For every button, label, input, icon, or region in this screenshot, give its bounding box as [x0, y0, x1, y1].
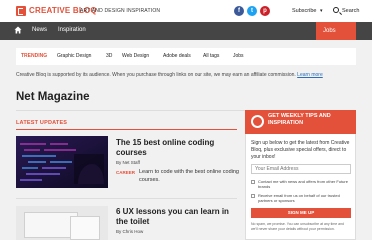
learn-more-link[interactable]: Learn more: [297, 72, 323, 78]
trending-item-graphic-design[interactable]: Graphic Design: [57, 53, 91, 59]
checkbox-label: Receive email from us on behalf of our t…: [258, 193, 340, 203]
email-field[interactable]: [251, 164, 351, 174]
trending-item-3d[interactable]: 3D: [106, 53, 112, 59]
chevron-down-icon[interactable]: ▾: [320, 8, 323, 14]
nav-item-inspiration[interactable]: Inspiration: [58, 27, 86, 33]
newsletter-logo-icon: [251, 115, 264, 128]
affiliate-notice: Creative Bloq is supported by its audien…: [16, 72, 356, 78]
search-icon[interactable]: [333, 7, 339, 13]
article-category[interactable]: CAREER: [116, 170, 135, 175]
article-description: Learn to code with the best online codin…: [139, 169, 239, 183]
article-thumbnail[interactable]: [16, 206, 108, 240]
trending-item-adobe-deals[interactable]: Adobe deals: [163, 53, 191, 59]
trending-label: TRENDING: [21, 53, 48, 59]
trending-item-jobs[interactable]: Jobs: [233, 53, 244, 59]
latest-updates-divider: [16, 129, 237, 130]
nav-item-news[interactable]: News: [32, 27, 47, 33]
search-button[interactable]: Search: [342, 8, 359, 14]
article-thumbnail[interactable]: [16, 136, 108, 188]
article-author[interactable]: By Net Staff: [116, 160, 140, 165]
checkbox-partners[interactable]: [251, 194, 255, 198]
home-icon[interactable]: [14, 26, 22, 34]
newsletter-heading: GET WEEKLY TIPS AND INSPIRATION: [268, 113, 331, 126]
checkbox-label: Contact me with news and offers from oth…: [258, 179, 348, 189]
subscribe-button[interactable]: Subscribe: [292, 8, 316, 14]
article-divider: [16, 198, 237, 199]
site-tagline: ART AND DESIGN INSPIRATION: [80, 8, 161, 14]
ux-mockup-image: [70, 216, 100, 240]
affiliate-text: Creative Bloq is supported by its audien…: [16, 72, 296, 78]
coding-image: [16, 136, 108, 188]
newsletter-fine-print: No spam, we promise. You can unsubscribe…: [251, 222, 344, 231]
facebook-icon[interactable]: f: [234, 6, 244, 16]
article-title[interactable]: The 15 best online coding courses: [116, 138, 238, 158]
twitter-icon[interactable]: t: [247, 6, 257, 16]
article-title[interactable]: 6 UX lessons you can learn in the toilet: [116, 207, 238, 227]
nav-item-jobs[interactable]: Jobs: [316, 22, 356, 40]
trending-item-all-tags[interactable]: All tags: [203, 53, 219, 59]
trending-item-web-design[interactable]: Web Design: [122, 53, 149, 59]
latest-updates-heading: LATEST UPDATES: [16, 120, 68, 126]
logo-icon[interactable]: [16, 6, 26, 16]
newsletter-description: Sign up below to get the latest from Cre…: [251, 140, 350, 160]
article-author[interactable]: By Chris How: [116, 229, 143, 234]
page-title: Net Magazine: [16, 91, 90, 103]
sign-up-button[interactable]: SIGN ME UP: [251, 208, 351, 218]
pinterest-icon[interactable]: p: [260, 6, 270, 16]
checkbox-future-brands[interactable]: [251, 180, 255, 184]
